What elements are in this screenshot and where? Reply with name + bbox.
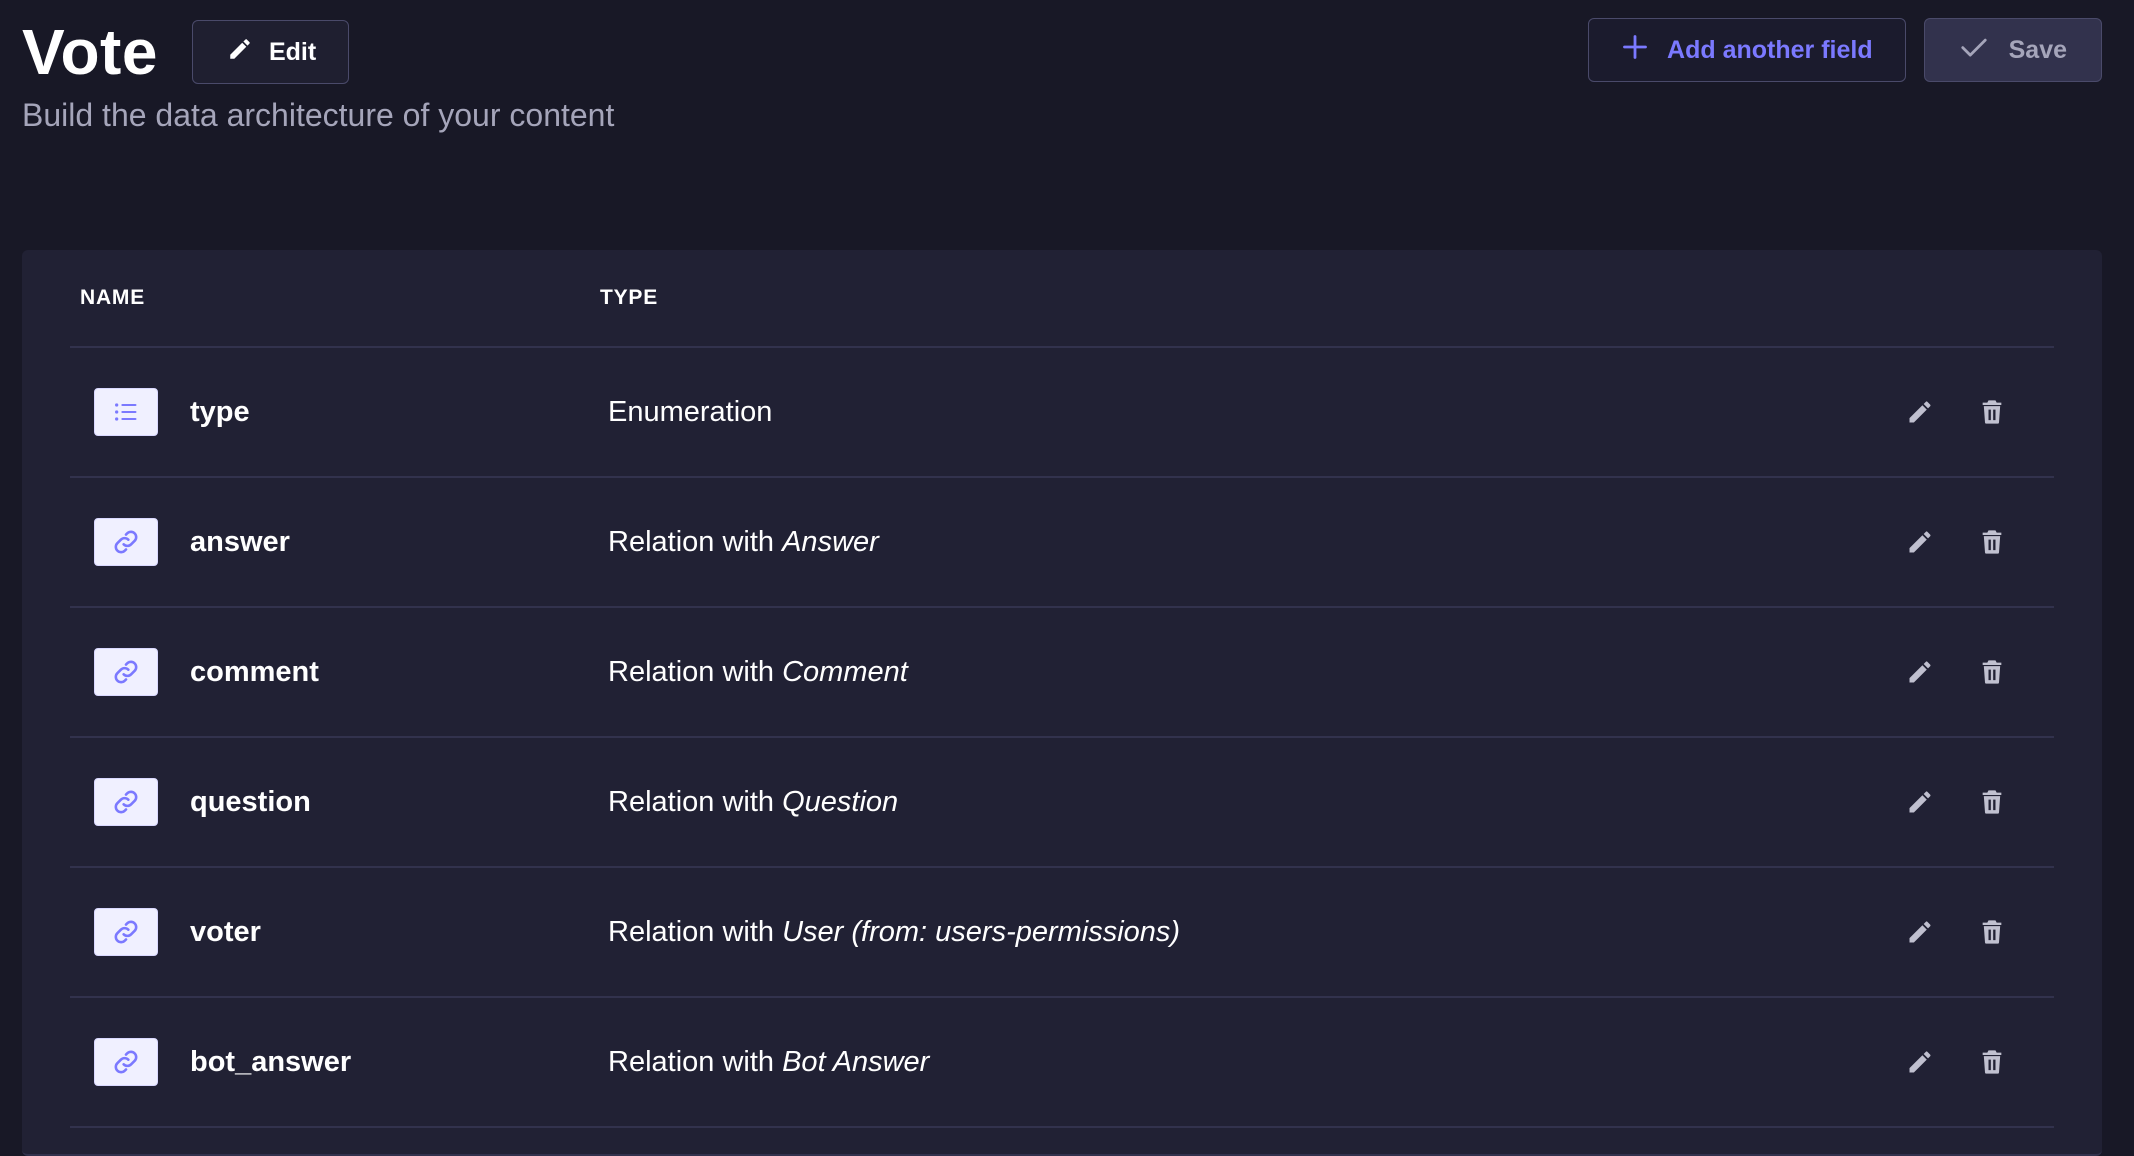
trash-icon[interactable]: [1978, 918, 2006, 946]
row-actions: [1906, 868, 2006, 996]
field-name: comment: [190, 655, 319, 688]
row-actions: [1906, 348, 2006, 476]
table-body: type Enumeration answer Relation with An…: [70, 348, 2054, 1128]
pencil-icon[interactable]: [1906, 528, 1934, 556]
trash-icon[interactable]: [1978, 528, 2006, 556]
pencil-icon: [227, 36, 253, 69]
edit-button[interactable]: Edit: [191, 20, 350, 84]
add-another-field-button[interactable]: Add another field: [1588, 18, 1906, 82]
trash-icon[interactable]: [1978, 658, 2006, 686]
row-actions: [1906, 608, 2006, 736]
check-icon: [1959, 32, 1989, 69]
pencil-icon[interactable]: [1906, 788, 1934, 816]
field-name: answer: [190, 525, 290, 558]
table-row[interactable]: answer Relation with Answer: [70, 478, 2054, 608]
fields-table: NAME TYPE type Enumeration answer Relati…: [70, 250, 2054, 1128]
pencil-icon[interactable]: [1906, 658, 1934, 686]
save-button[interactable]: Save: [1923, 18, 2102, 82]
trash-icon[interactable]: [1978, 788, 2006, 816]
link-icon: [94, 778, 158, 826]
field-type: Relation with Answer: [608, 526, 879, 559]
row-actions: [1906, 478, 2006, 606]
link-icon: [94, 518, 158, 566]
field-type-prefix: Relation with: [608, 1045, 783, 1078]
column-header-name: NAME: [80, 286, 146, 309]
field-type-target: Answer: [782, 525, 879, 558]
field-type: Enumeration: [608, 396, 772, 429]
page-subtitle: Build the data architecture of your cont…: [22, 97, 615, 133]
field-type-prefix: Relation with: [608, 525, 783, 558]
field-name: bot_answer: [190, 1045, 352, 1078]
field-type-target: Bot Answer: [782, 1045, 930, 1078]
pencil-icon[interactable]: [1906, 1048, 1934, 1076]
field-type-prefix: Relation with: [608, 655, 783, 688]
field-type: Relation with Bot Answer: [608, 1046, 929, 1079]
field-type: Relation with User (from: users-permissi…: [608, 916, 1180, 949]
field-type-prefix: Relation with: [608, 915, 783, 948]
link-icon: [94, 648, 158, 696]
table-row[interactable]: question Relation with Question: [70, 738, 2054, 868]
table-row[interactable]: type Enumeration: [70, 348, 2054, 478]
list-icon: [94, 388, 158, 436]
table-header: NAME TYPE: [70, 250, 2054, 348]
row-actions: [1906, 738, 2006, 866]
field-type-prefix: Relation with: [608, 785, 783, 818]
table-row[interactable]: voter Relation with User (from: users-pe…: [70, 868, 2054, 998]
trash-icon[interactable]: [1978, 1048, 2006, 1076]
field-type-target: Comment: [782, 655, 908, 688]
field-name: type: [190, 395, 250, 428]
field-type-target: Question: [782, 785, 899, 818]
link-icon: [94, 1038, 158, 1086]
save-button-label: Save: [2008, 35, 2067, 64]
table-row[interactable]: bot_answer Relation with Bot Answer: [70, 998, 2054, 1128]
pencil-icon[interactable]: [1906, 398, 1934, 426]
table-row[interactable]: comment Relation with Comment: [70, 608, 2054, 738]
header-actions: Add another field Save: [1588, 18, 2102, 82]
pencil-icon[interactable]: [1906, 918, 1934, 946]
add-another-field-label: Add another field: [1667, 35, 1873, 64]
edit-button-label: Edit: [268, 37, 317, 66]
trash-icon[interactable]: [1978, 398, 2006, 426]
field-name: question: [190, 785, 311, 818]
field-type-prefix: Enumeration: [608, 395, 773, 428]
page-header: Vote Edit Build the data architecture of…: [0, 0, 2134, 230]
row-actions: [1906, 998, 2006, 1126]
field-type: Relation with Comment: [608, 656, 908, 689]
title-row: Vote Edit: [22, 16, 350, 88]
link-icon: [94, 908, 158, 956]
field-name: voter: [190, 915, 261, 948]
field-type: Relation with Question: [608, 786, 898, 819]
field-type-target: User (from: users-permissions): [782, 915, 1181, 948]
plus-icon: [1621, 33, 1649, 68]
fields-card: NAME TYPE type Enumeration answer Relati…: [22, 250, 2102, 1156]
column-header-type: TYPE: [600, 286, 659, 309]
page-title: Vote: [22, 16, 158, 88]
